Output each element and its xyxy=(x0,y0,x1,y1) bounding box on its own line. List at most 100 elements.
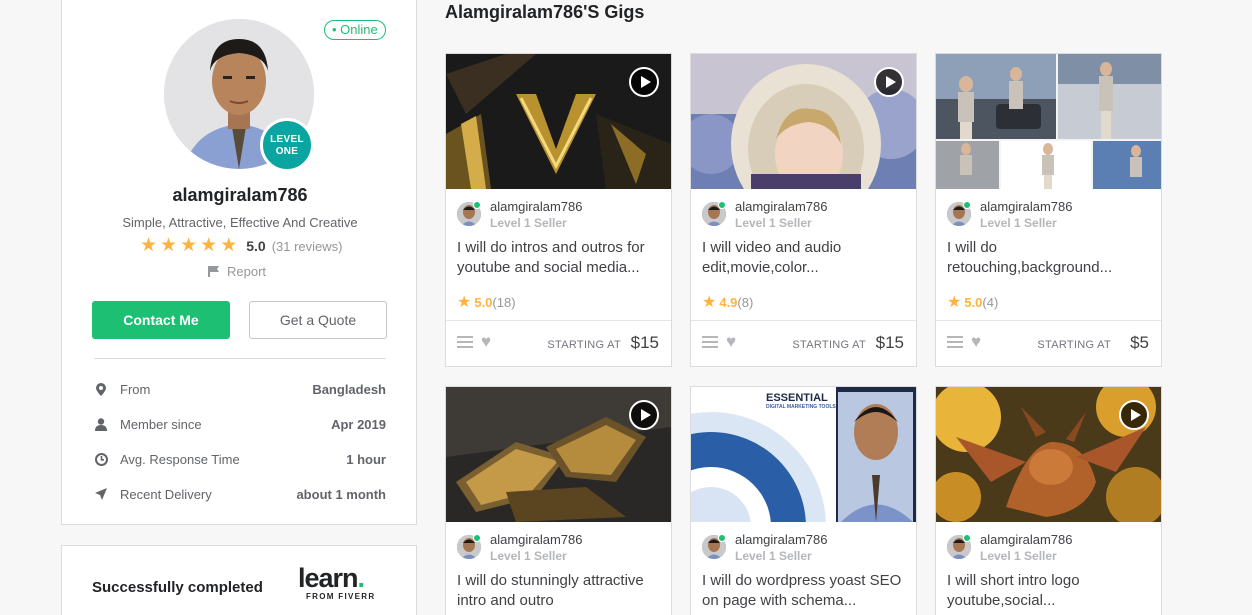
gig-title[interactable]: I will video and audio edit,movie,color.… xyxy=(702,238,908,278)
rating-row: ★ ★ ★ ★ ★ 5.0 (31 reviews) xyxy=(140,235,343,256)
seller-level: Level 1 Seller xyxy=(490,216,567,230)
divider xyxy=(94,358,386,359)
online-dot xyxy=(718,201,726,209)
get-a-quote-button[interactable]: Get a Quote xyxy=(249,301,387,339)
user-icon xyxy=(94,417,108,431)
gig-thumbnail[interactable] xyxy=(936,387,1161,522)
image-subheading: DIGITAL MARKETING TOOLS xyxy=(766,404,836,410)
gig-footer: ♥ STARTING AT $15 xyxy=(446,320,671,366)
play-video-icon[interactable] xyxy=(1119,400,1149,430)
online-dot xyxy=(963,201,971,209)
star-icon: ★ xyxy=(200,235,218,256)
info-label: Recent Delivery xyxy=(120,486,212,502)
online-dot xyxy=(718,534,726,542)
play-video-icon[interactable] xyxy=(629,400,659,430)
info-row-member-since: Member since Apr 2019 xyxy=(94,414,386,434)
seller-level: Level 1 Seller xyxy=(735,216,812,230)
gig-thumbnail[interactable] xyxy=(691,54,916,189)
gig-title[interactable]: I will do wordpress yoast SEO on page wi… xyxy=(702,571,908,611)
heart-icon[interactable]: ♥ xyxy=(726,333,736,351)
seller-info[interactable]: alamgiralam786 Level 1 Seller xyxy=(457,532,583,568)
gig-rating: ★ 5.0 (18) xyxy=(457,292,516,312)
location-pin-icon xyxy=(94,382,108,396)
info-value: Apr 2019 xyxy=(331,416,386,432)
collection-menu-icon[interactable] xyxy=(947,336,963,350)
seller-info[interactable]: alamgiralam786 Level 1 Seller xyxy=(947,199,1073,235)
star-icon: ★ xyxy=(947,294,962,311)
gig-card[interactable]: alamgiralam786 Level 1 Seller I will do … xyxy=(935,53,1162,367)
gig-rating-count: (18) xyxy=(492,294,516,310)
info-label: From xyxy=(120,381,151,397)
level-one-badge: LEVEL ONE xyxy=(260,118,314,172)
collection-menu-icon[interactable] xyxy=(457,336,473,350)
collection-menu-icon[interactable] xyxy=(702,336,718,350)
seller-name[interactable]: alamgiralam786 xyxy=(980,532,1073,548)
gig-card[interactable]: ESSENTIAL DIGITAL MARKETING TOOLS alamgi… xyxy=(690,386,917,615)
gig-thumbnail[interactable]: ESSENTIAL DIGITAL MARKETING TOOLS xyxy=(691,387,916,522)
gig-thumbnail[interactable] xyxy=(446,54,671,189)
reviews-count[interactable]: (31 reviews) xyxy=(272,239,343,254)
gig-price: $5 xyxy=(1130,333,1149,352)
gig-thumbnail[interactable] xyxy=(936,54,1161,189)
info-row-recent-delivery: Recent Delivery about 1 month xyxy=(94,484,386,504)
contact-me-button[interactable]: Contact Me xyxy=(92,301,230,339)
gig-footer: ♥ STARTING AT $5 xyxy=(936,320,1161,366)
seller-info[interactable]: alamgiralam786 Level 1 Seller xyxy=(702,532,828,568)
seller-name[interactable]: alamgiralam786 xyxy=(735,199,828,215)
paper-plane-icon xyxy=(94,487,108,501)
gig-card[interactable]: alamgiralam786 Level 1 Seller I will sho… xyxy=(935,386,1162,615)
play-video-icon[interactable] xyxy=(874,67,904,97)
report-label: Report xyxy=(227,264,267,279)
info-value: Bangladesh xyxy=(312,381,386,397)
seller-level: Level 1 Seller xyxy=(980,216,1057,230)
clock-icon xyxy=(94,452,108,466)
flag-icon xyxy=(208,266,219,277)
online-dot xyxy=(473,201,481,209)
gig-price: $15 xyxy=(875,333,904,352)
learn-completed-text: Successfully completed xyxy=(92,579,263,596)
seller-name[interactable]: alamgiralam786 xyxy=(980,199,1073,215)
profile-card: • Online LEVEL ONE alamgiralam786 Simple… xyxy=(61,0,417,525)
gig-title[interactable]: I will short intro logo youtube,social..… xyxy=(947,571,1153,611)
heart-icon[interactable]: ♥ xyxy=(971,333,981,351)
gig-thumbnail[interactable] xyxy=(446,387,671,522)
gig-title[interactable]: I will do intros and outros for youtube … xyxy=(457,238,663,278)
gig-footer: ♥ STARTING AT $15 xyxy=(691,320,916,366)
info-label: Avg. Response Time xyxy=(120,451,240,467)
gig-card[interactable]: alamgiralam786 Level 1 Seller I will do … xyxy=(445,386,672,615)
online-dot xyxy=(473,534,481,542)
info-row-response-time: Avg. Response Time 1 hour xyxy=(94,449,386,469)
gig-rating: ★ 4.9 (8) xyxy=(702,292,753,312)
rating-score: 5.0 xyxy=(246,238,266,254)
seller-name[interactable]: alamgiralam786 xyxy=(490,532,583,548)
play-video-icon[interactable] xyxy=(629,67,659,97)
star-icon: ★ xyxy=(702,294,717,311)
gig-card[interactable]: alamgiralam786 Level 1 Seller I will vid… xyxy=(690,53,917,367)
gig-rating-score: 5.0 xyxy=(964,294,983,310)
star-icon: ★ xyxy=(180,235,198,256)
star-icon: ★ xyxy=(457,294,472,311)
gig-price: $15 xyxy=(630,333,659,352)
tagline: Simple, Attractive, Effective And Creati… xyxy=(122,215,358,230)
star-icon: ★ xyxy=(140,235,158,256)
online-dot xyxy=(963,534,971,542)
username[interactable]: alamgiralam786 xyxy=(62,185,418,206)
gig-title[interactable]: I will do stunningly attractive intro an… xyxy=(457,571,663,611)
seller-info[interactable]: alamgiralam786 Level 1 Seller xyxy=(457,199,583,235)
online-status-badge: • Online xyxy=(324,20,386,40)
seller-info[interactable]: alamgiralam786 Level 1 Seller xyxy=(947,532,1073,568)
starting-at-label: STARTING AT xyxy=(547,339,621,351)
seller-name[interactable]: alamgiralam786 xyxy=(490,199,583,215)
gig-title[interactable]: I will do retouching,background... xyxy=(947,238,1153,278)
seller-name[interactable]: alamgiralam786 xyxy=(735,532,828,548)
info-label: Member since xyxy=(120,416,202,432)
info-value: about 1 month xyxy=(296,486,386,502)
seller-level: Level 1 Seller xyxy=(490,549,567,563)
seller-info[interactable]: alamgiralam786 Level 1 Seller xyxy=(702,199,828,235)
report-link[interactable]: Report xyxy=(208,264,266,279)
gig-rating: ★ 5.0 (4) xyxy=(947,292,998,312)
learn-certificate-card: Successfully completed learn. FROM FIVER… xyxy=(61,545,417,615)
starting-at-label: STARTING AT xyxy=(1037,339,1111,351)
heart-icon[interactable]: ♥ xyxy=(481,333,491,351)
gig-card[interactable]: alamgiralam786 Level 1 Seller I will do … xyxy=(445,53,672,367)
